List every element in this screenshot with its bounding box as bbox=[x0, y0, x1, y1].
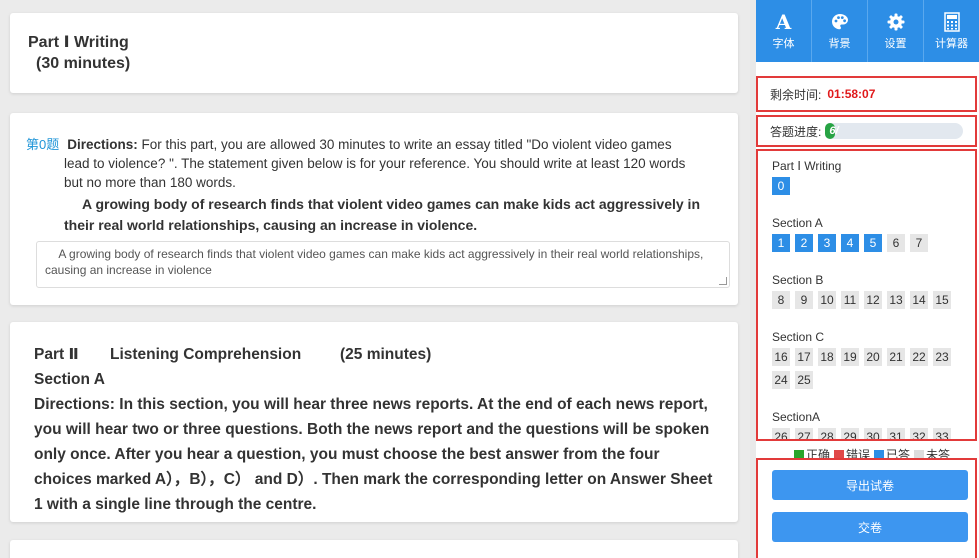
part2-name: Listening Comprehension bbox=[110, 346, 302, 363]
question-nav-button[interactable]: 14 bbox=[910, 291, 928, 309]
background-label: 背景 bbox=[828, 38, 851, 50]
resize-handle[interactable] bbox=[719, 277, 727, 285]
part2-title: Part Ⅱ bbox=[34, 346, 79, 363]
font-label: 字体 bbox=[772, 38, 795, 50]
question-nav-button[interactable]: 22 bbox=[910, 348, 928, 366]
question-nav-button[interactable]: 24 bbox=[772, 371, 790, 389]
part2-directions: Directions: In this section, you will he… bbox=[34, 396, 713, 513]
question-nav-button[interactable]: 9 bbox=[795, 291, 813, 309]
actions-panel: 导出试卷 交卷 bbox=[756, 458, 977, 558]
question-nav-button[interactable]: 31 bbox=[887, 428, 905, 439]
settings-button[interactable]: 设置 bbox=[868, 0, 924, 62]
question-nav-button[interactable]: 25 bbox=[795, 371, 813, 389]
palette-icon bbox=[831, 11, 849, 33]
question-nav-button[interactable]: 12 bbox=[864, 291, 882, 309]
settings-label: 设置 bbox=[884, 38, 907, 50]
part1-title: Part Ⅰ Writing bbox=[28, 34, 129, 51]
export-paper-button[interactable]: 导出试卷 bbox=[772, 470, 968, 500]
font-icon: A bbox=[775, 10, 792, 34]
statement-line-2: their real world relationships, causing … bbox=[64, 217, 478, 233]
question-nav-button[interactable]: 19 bbox=[841, 348, 859, 366]
question-nav-button[interactable]: 29 bbox=[841, 428, 859, 439]
question-card: 第0题 Directions: For this part, you are al… bbox=[10, 113, 738, 305]
directions-text: For this part, you are allowed 30 minute… bbox=[141, 137, 672, 152]
question-number: 第0题 bbox=[26, 137, 60, 152]
progress-panel: 答题进度: 6/ bbox=[756, 115, 977, 147]
nav-section-numbers: 1234567 bbox=[772, 234, 972, 257]
question-nav-button[interactable]: 27 bbox=[795, 428, 813, 439]
question-nav-button[interactable]: 8 bbox=[772, 291, 790, 309]
part2-heading: Part Ⅱ Listening Comprehension (25 minutes… bbox=[34, 342, 714, 367]
nav-section-title: Section B bbox=[772, 273, 824, 287]
nav-section-title: Part Ⅰ Writing bbox=[772, 159, 842, 173]
question-nav-button[interactable]: 28 bbox=[818, 428, 836, 439]
directions-line-2: lead to violence? ". The statement given… bbox=[64, 156, 686, 171]
question-directions: 第0题 Directions: For this part, you are al… bbox=[26, 135, 720, 154]
toolbar: A 字体 背景 设置 计算器 bbox=[756, 0, 979, 62]
question-nav-button[interactable]: 21 bbox=[887, 348, 905, 366]
question-nav-button[interactable]: 32 bbox=[910, 428, 928, 439]
timer-panel: 剩余时间: 01:58:07 bbox=[756, 76, 977, 112]
essay-answer-textarea[interactable]: A growing body of research finds that vi… bbox=[36, 241, 730, 288]
next-card bbox=[10, 540, 738, 558]
nav-section-title: Section C bbox=[772, 330, 825, 344]
question-nav-button[interactable]: 2 bbox=[795, 234, 813, 252]
question-nav-button[interactable]: 26 bbox=[772, 428, 790, 439]
question-nav-button[interactable]: 11 bbox=[841, 291, 859, 309]
sidebar: A 字体 背景 设置 计算器 剩余时间: 01:58:07 答题进度: 6/ P… bbox=[756, 0, 979, 558]
nav-section-numbers: 16 17 18 19 20 21 22 23 24 25 bbox=[772, 348, 972, 394]
question-nav-button[interactable]: 17 bbox=[795, 348, 813, 366]
question-navigator: Part Ⅰ Writing 0 Section A 1 2 3 4 5 6 7 Section B… bbox=[756, 149, 977, 441]
question-nav-button[interactable]: 30 bbox=[864, 428, 882, 439]
nav-section-numbers: 8 9 10 11 12 13 14 15 bbox=[772, 291, 972, 314]
question-nav-button[interactable]: 16 bbox=[772, 348, 790, 366]
progress-bar: 6/ bbox=[825, 123, 963, 139]
statement-line-1: A growing body of research finds that vi… bbox=[82, 196, 701, 212]
question-nav-button[interactable]: 7 bbox=[910, 234, 928, 252]
gear-icon bbox=[887, 11, 905, 33]
nav-section-title: SectionA bbox=[772, 410, 821, 424]
nav-section-title: Section A bbox=[772, 216, 823, 230]
main-content: Part Ⅰ Writing (30 minutes) 第0题 Direction… bbox=[0, 0, 750, 558]
question-nav-button[interactable]: 1 bbox=[772, 234, 790, 252]
question-nav-button[interactable]: 18 bbox=[818, 348, 836, 366]
question-nav-button[interactable]: 20 bbox=[864, 348, 882, 366]
question-nav-button[interactable]: 6 bbox=[887, 234, 905, 252]
question-nav-button[interactable]: 5 bbox=[864, 234, 882, 252]
essay-answer-text: A growing body of research finds that vi… bbox=[45, 247, 707, 277]
directions-line-3: but no more than 180 words. bbox=[64, 175, 236, 190]
progress-text: 6/ bbox=[829, 125, 839, 137]
part1-header-card: Part Ⅰ Writing (30 minutes) bbox=[10, 13, 738, 93]
timer-value: 01:58:07 bbox=[827, 87, 876, 101]
statement: A growing body of research finds that vi… bbox=[26, 194, 720, 236]
question-nav-button[interactable]: 10 bbox=[818, 291, 836, 309]
question-nav-button[interactable]: 33 bbox=[933, 428, 951, 439]
question-nav-button[interactable]: 0 bbox=[772, 177, 790, 195]
question-nav-button[interactable]: 4 bbox=[841, 234, 859, 252]
question-nav-button[interactable]: 3 bbox=[818, 234, 836, 252]
nav-section-numbers: 26 27 28 29 30 31 32 33 bbox=[772, 428, 972, 439]
question-nav-button[interactable]: 13 bbox=[887, 291, 905, 309]
progress-label: 答题进度: bbox=[770, 124, 822, 139]
background-button[interactable]: 背景 bbox=[812, 0, 868, 62]
calculator-icon bbox=[943, 11, 960, 33]
part2-card: Part Ⅱ Listening Comprehension (25 minutes… bbox=[10, 322, 738, 522]
part2-duration: (25 minutes) bbox=[340, 346, 432, 363]
question-nav-button[interactable]: 15 bbox=[933, 291, 951, 309]
timer-label: 剩余时间: bbox=[770, 87, 822, 102]
calculator-label: 计算器 bbox=[935, 38, 968, 50]
directions-label: Directions: bbox=[67, 137, 138, 152]
part1-duration: (30 minutes) bbox=[36, 55, 131, 72]
nav-section-numbers: 0 bbox=[772, 177, 972, 200]
question-nav-button[interactable]: 23 bbox=[933, 348, 951, 366]
font-button[interactable]: A 字体 bbox=[756, 0, 812, 62]
calculator-button[interactable]: 计算器 bbox=[924, 0, 979, 62]
submit-button[interactable]: 交卷 bbox=[772, 512, 968, 542]
part2-section: Section A bbox=[34, 371, 105, 388]
